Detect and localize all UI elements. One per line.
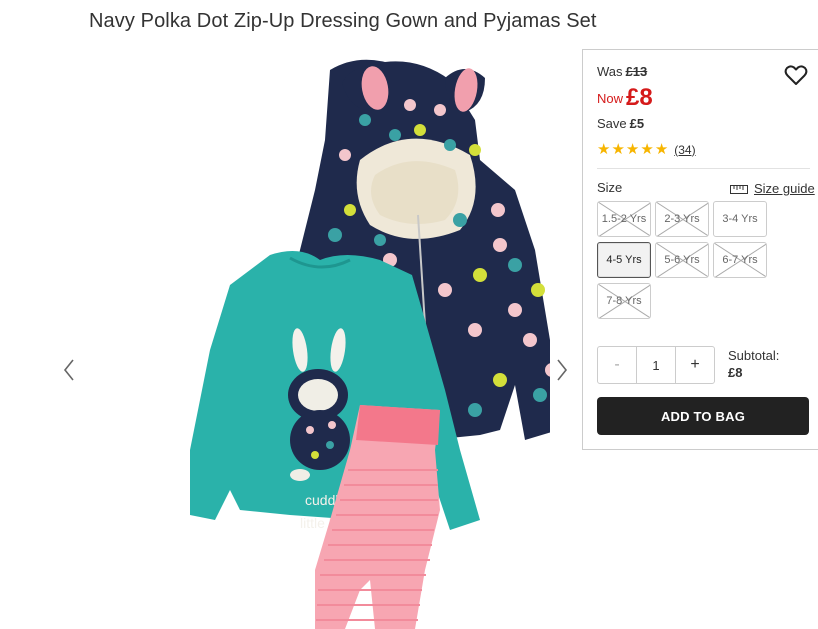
star-icon: ★	[597, 141, 611, 158]
size-guide-link[interactable]: Size guide	[730, 181, 815, 196]
star-rating: ★ ★ ★ ★ ★ (34)	[597, 142, 696, 157]
product-gallery: cuddly little b	[50, 50, 580, 629]
increase-quantity-button[interactable]: +	[676, 347, 714, 383]
save-label: Save	[597, 116, 627, 131]
was-price: Was £13	[597, 64, 647, 79]
size-label: Size	[597, 180, 623, 195]
star-icon: ★	[625, 141, 640, 158]
save-value: £5	[629, 116, 645, 131]
purchase-panel: Was £13 Now £8 Save £5 ★ ★ ★ ★ ★ (34) Size …	[582, 49, 818, 450]
quantity-stepper: - 1 +	[597, 346, 715, 384]
star-icon: ★	[611, 141, 625, 158]
size-guide-label: Size guide	[754, 181, 815, 196]
star-icon: ★	[640, 141, 654, 158]
divider	[597, 168, 810, 169]
quantity-value[interactable]: 1	[636, 347, 676, 383]
wishlist-heart-icon[interactable]	[784, 64, 808, 86]
size-option-2-3[interactable]: 2-3 Yrs	[655, 201, 709, 237]
decrease-quantity-button[interactable]: -	[598, 347, 636, 383]
size-option-4-5[interactable]: 4-5 Yrs	[597, 242, 651, 278]
product-image: cuddly little b	[190, 59, 550, 629]
subtotal-label: Subtotal:	[728, 348, 780, 363]
size-option-6-7[interactable]: 6-7 Yrs	[713, 242, 767, 278]
size-option-5-6[interactable]: 5-6 Yrs	[655, 242, 709, 278]
was-label: Was	[597, 64, 623, 79]
save-amount: Save £5	[597, 116, 644, 131]
was-value: £13	[625, 64, 648, 79]
review-count-link[interactable]: (34)	[674, 143, 695, 157]
next-image-arrow-icon[interactable]	[550, 350, 574, 390]
product-title: Navy Polka Dot Zip-Up Dressing Gown and …	[89, 10, 597, 32]
star-icon: ★	[654, 141, 669, 158]
now-value: £8	[626, 84, 653, 111]
size-option-7-8[interactable]: 7-8 Yrs	[597, 283, 651, 319]
size-option-3-4[interactable]: 3-4 Yrs	[713, 201, 767, 237]
size-option-1-5-2[interactable]: 1.5-2 Yrs	[597, 201, 651, 237]
previous-image-arrow-icon[interactable]	[57, 350, 81, 390]
now-price: Now £8	[597, 84, 653, 112]
ruler-icon	[730, 184, 748, 194]
add-to-bag-button[interactable]: ADD TO BAG	[597, 397, 809, 435]
subtotal-value: £8	[728, 365, 743, 380]
now-label: Now	[597, 91, 624, 106]
